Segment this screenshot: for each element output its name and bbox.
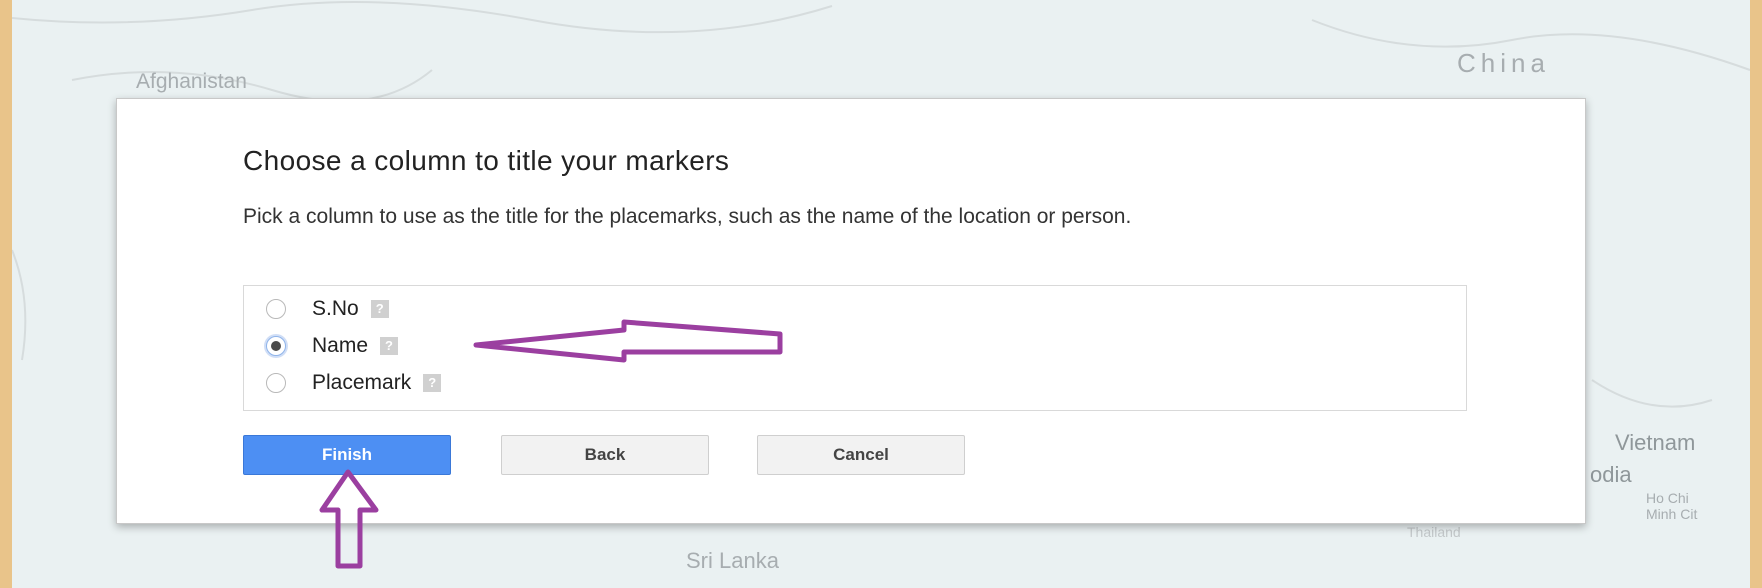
- arrow-up-icon: [319, 469, 379, 569]
- arrow-left-icon: [473, 319, 783, 363]
- annotation-overlay: [319, 319, 783, 569]
- map-background: Afghanistan China Vietnam odia Ho Chi Mi…: [12, 0, 1750, 588]
